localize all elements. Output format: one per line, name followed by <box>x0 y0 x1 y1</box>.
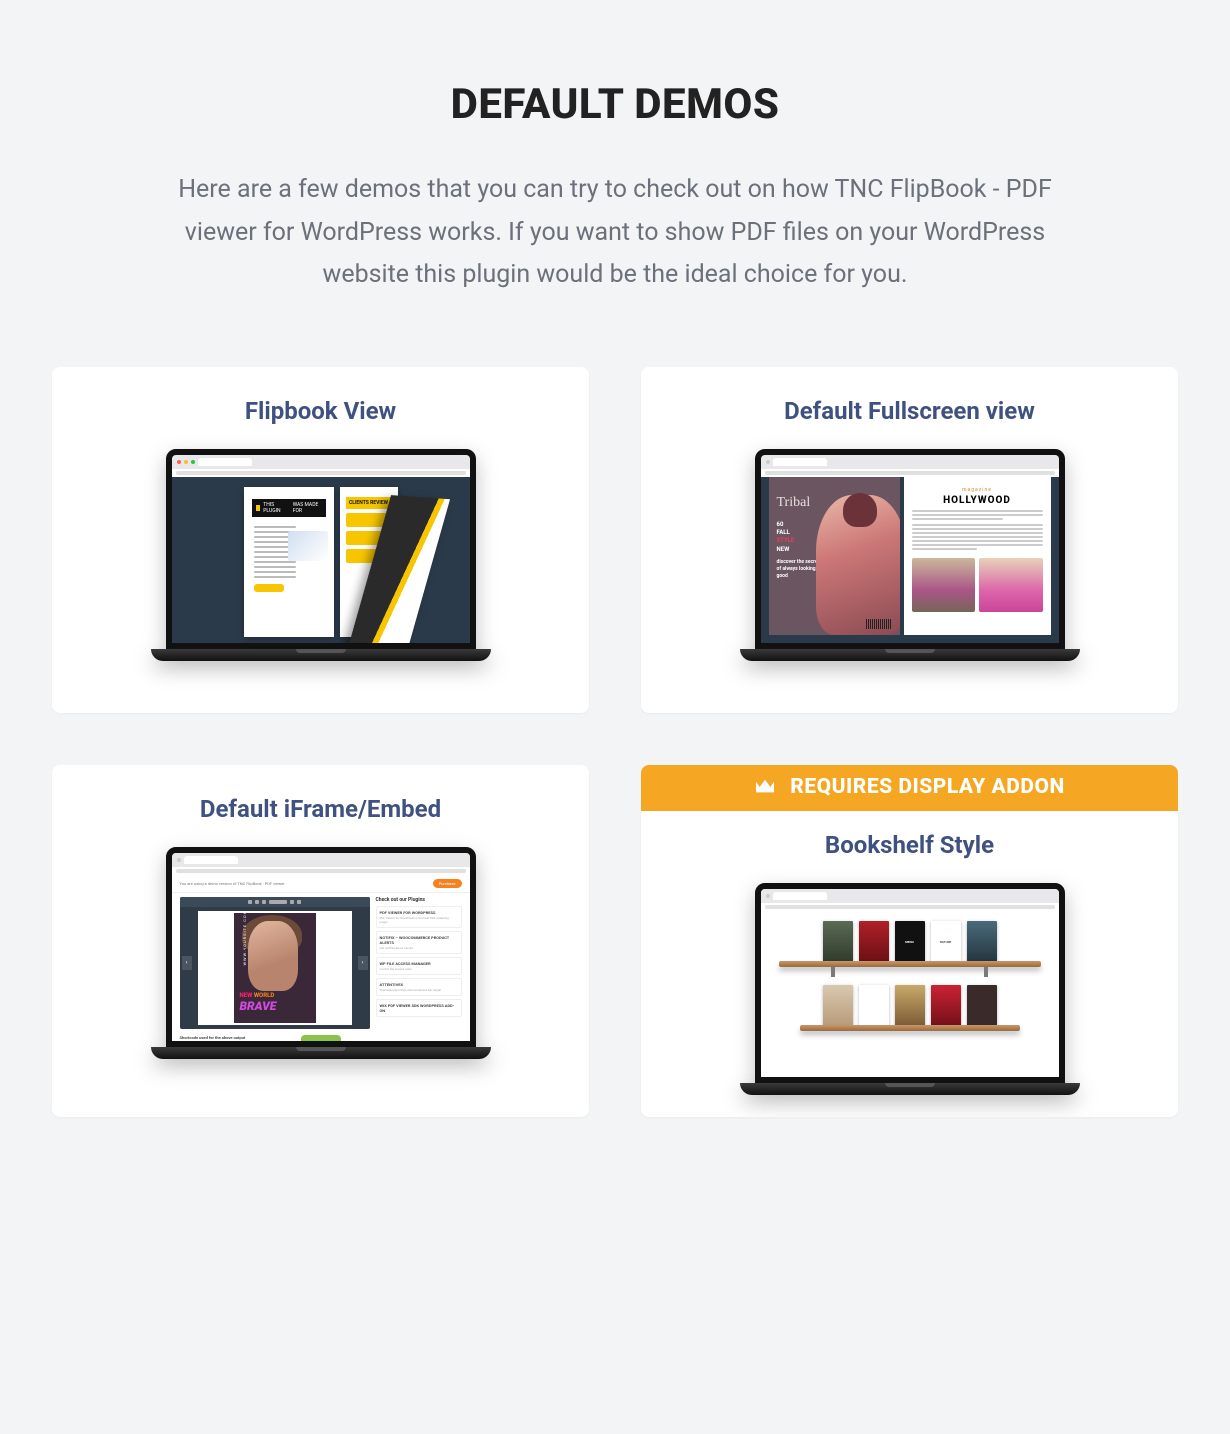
demo-card-iframe[interactable]: Default iFrame/Embed You are using a dem… <box>52 765 589 1117</box>
card-title: Default Fullscreen view <box>784 397 1035 425</box>
laptop-mockup: MENUNATURE <box>740 883 1080 1095</box>
shelf-row-1: MENUNATURE <box>779 921 1041 963</box>
browser-chrome <box>761 889 1059 903</box>
browser-chrome <box>172 455 470 469</box>
book-cover <box>967 985 997 1027</box>
shelf-row-2 <box>779 985 1041 1027</box>
book-cover <box>895 985 925 1027</box>
flipbook-preview: THIS PLUGINWAS MADE FOR CLIENTS REVIEW <box>172 477 470 643</box>
section-title: DEFAULT DEMOS <box>52 80 1178 129</box>
book-cover <box>823 921 853 963</box>
book-cover <box>823 985 853 1027</box>
demo-grid: Flipbook View THIS PLUGINWAS MADE FOR <box>52 367 1178 1117</box>
browser-chrome <box>761 455 1059 469</box>
crown-icon <box>754 778 776 796</box>
browser-url-bar <box>761 469 1059 477</box>
book-cover <box>931 985 961 1027</box>
addon-label: REQUIRES DISPLAY ADDON <box>790 775 1064 799</box>
demo-card-bookshelf[interactable]: Bookshelf Style MENUNATURE <box>641 811 1178 1117</box>
book-cover: NATURE <box>931 921 961 963</box>
browser-url-bar <box>761 903 1059 911</box>
card-title: Default iFrame/Embed <box>200 795 441 823</box>
laptop-mockup: You are using a demo version of TNC Flip… <box>151 847 491 1059</box>
laptop-mockup: Tribal 60FALLSTYLENEW discover the secre… <box>740 449 1080 661</box>
book-cover: MENU <box>895 921 925 963</box>
browser-url-bar <box>172 469 470 477</box>
book-cover <box>859 921 889 963</box>
bookshelf-preview: MENUNATURE <box>761 911 1059 1077</box>
magazine-preview: Tribal 60FALLSTYLENEW discover the secre… <box>769 477 1051 635</box>
section-description: Here are a few demos that you can try to… <box>165 169 1065 297</box>
book-cover <box>859 985 889 1027</box>
card-title: Flipbook View <box>245 397 396 425</box>
demo-card-bookshelf-wrapper: REQUIRES DISPLAY ADDON Bookshelf Style M… <box>641 765 1178 1117</box>
book-cover <box>967 921 997 963</box>
card-title: Bookshelf Style <box>825 831 994 859</box>
addon-banner: REQUIRES DISPLAY ADDON <box>641 765 1178 811</box>
embed-preview: You are using a demo version of TNC Flip… <box>172 875 470 1041</box>
laptop-mockup: THIS PLUGINWAS MADE FOR CLIENTS REVIEW <box>151 449 491 661</box>
demo-card-fullscreen[interactable]: Default Fullscreen view Tribal 60FALLSTY… <box>641 367 1178 713</box>
demo-card-flipbook[interactable]: Flipbook View THIS PLUGINWAS MADE FOR <box>52 367 589 713</box>
browser-url-bar <box>172 867 470 875</box>
browser-chrome <box>172 853 470 867</box>
